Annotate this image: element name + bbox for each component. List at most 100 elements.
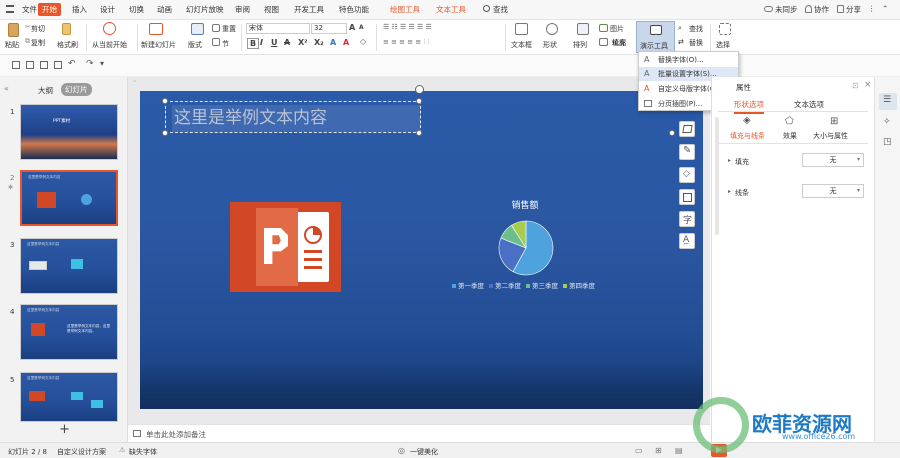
menu-slideshow[interactable]: 幻灯片放映 xyxy=(186,4,224,15)
outline-button[interactable]: 轮廓 xyxy=(612,38,626,48)
save-icon[interactable] xyxy=(12,61,20,69)
find-button[interactable]: 查找 xyxy=(689,24,703,34)
subtab-size[interactable]: 大小与属性 xyxy=(813,131,848,141)
menu-draw-tools[interactable]: 绘图工具 xyxy=(390,4,420,15)
menu-replace-font[interactable]: A 替换字体(O)... xyxy=(639,53,738,67)
menu-design[interactable]: 设计 xyxy=(100,4,115,15)
subscript-icon[interactable]: X₂ xyxy=(314,38,324,47)
float-tool-pencil-icon[interactable]: ✎ xyxy=(679,144,695,160)
customize-qat-icon[interactable]: ▾ xyxy=(100,59,104,68)
tab-outline[interactable]: 大纲 xyxy=(38,85,53,96)
float-tool-text-icon[interactable]: 字 xyxy=(679,211,695,227)
from-current-button[interactable]: 从当前开始 xyxy=(92,40,127,50)
lock-icon[interactable]: ⊡ xyxy=(852,81,859,90)
resize-handle-br[interactable] xyxy=(669,130,675,136)
tab-slides[interactable]: 幻灯片 xyxy=(61,83,92,96)
sales-pie-chart[interactable]: 第一季度 第二季度 第三季度 第四季度 xyxy=(440,210,620,300)
subtab-effect[interactable]: 效果 xyxy=(783,131,797,141)
scroll-up-icon[interactable]: ˄ xyxy=(133,80,137,88)
superscript-icon[interactable]: X² xyxy=(298,38,308,47)
fill-expand-icon[interactable]: ▸ xyxy=(728,157,731,164)
strikethrough-button[interactable]: A xyxy=(284,38,290,47)
print-preview-icon[interactable] xyxy=(54,61,62,69)
arrange-button[interactable]: 排列 xyxy=(573,40,587,50)
new-slide-button[interactable]: 新建幻灯片 xyxy=(141,40,176,50)
collapse-panel-icon[interactable]: « xyxy=(4,84,9,93)
line-expand-icon[interactable]: ▸ xyxy=(728,188,731,195)
slide-thumb-5[interactable]: 这里是举例文本内容 xyxy=(20,372,118,422)
unsynced-label[interactable]: 未同步 xyxy=(775,4,798,15)
menu-text-tools[interactable]: 文本工具 xyxy=(436,4,466,15)
text-highlight-icon[interactable]: A xyxy=(343,38,349,47)
font-grow-icon[interactable]: A xyxy=(349,23,355,32)
layout-button[interactable]: 版式 xyxy=(188,40,202,50)
text-box-button[interactable]: 文本框 xyxy=(511,40,532,50)
subtab-fill-line[interactable]: 填充与线条 xyxy=(730,131,765,141)
slide-thumb-4[interactable]: 这里是举例文本内容 这里是举例文本内容，这里是举例文本内容。 xyxy=(20,304,118,360)
menu-start[interactable]: 开始 xyxy=(38,3,61,16)
float-tool-fill-icon[interactable]: ◇ xyxy=(679,167,695,183)
float-tool-layers-icon[interactable] xyxy=(679,121,695,137)
beautify-button[interactable]: 一键美化 xyxy=(410,447,438,457)
menu-insert[interactable]: 插入 xyxy=(72,4,87,15)
bold-button[interactable]: B xyxy=(247,38,260,49)
paste-button[interactable]: 粘贴 xyxy=(5,40,19,50)
shape-button[interactable]: 形状 xyxy=(543,40,557,50)
select-button[interactable]: 选择 xyxy=(716,40,730,50)
reset-button[interactable]: 重置 xyxy=(222,24,236,34)
present-tools-button[interactable]: 演示工具 xyxy=(636,21,675,53)
cut-button[interactable]: 剪切 xyxy=(31,24,45,34)
design-scheme[interactable]: 自定义设计方案 xyxy=(57,447,106,457)
missing-font-button[interactable]: 缺失字体 xyxy=(129,447,157,457)
format-painter-button[interactable]: 格式刷 xyxy=(57,40,78,50)
redo-icon[interactable]: ↷ xyxy=(86,59,94,69)
copy-button[interactable]: 复制 xyxy=(31,38,45,48)
panel-scrollbar[interactable] xyxy=(715,117,719,235)
rotate-handle-icon[interactable] xyxy=(415,85,424,94)
italic-button[interactable]: I xyxy=(260,38,263,47)
font-color-icon[interactable]: A xyxy=(330,38,336,47)
menu-review[interactable]: 审阅 xyxy=(235,4,250,15)
more-icon[interactable]: ⋮ xyxy=(868,4,876,13)
collab-button[interactable]: 协作 xyxy=(814,4,829,15)
sorter-view-icon[interactable]: ⊞ xyxy=(655,446,662,455)
print-icon[interactable] xyxy=(40,61,48,69)
resize-handle-bm[interactable] xyxy=(416,130,422,136)
clear-format-icon[interactable]: ◇ xyxy=(360,37,366,46)
resize-handle-tm[interactable] xyxy=(416,98,422,104)
float-tool-frame-icon[interactable] xyxy=(679,189,695,205)
slide-thumb-1[interactable]: PPT素材 xyxy=(20,104,118,160)
align-icons[interactable]: ≡ ≡ ≡ ≡ ≡ ⫶ ⫶ xyxy=(383,38,429,47)
font-name-select[interactable]: 宋体 xyxy=(246,23,310,34)
reading-view-icon[interactable]: ▤ xyxy=(675,446,683,455)
bullet-list-icon[interactable]: ☰ ☷ ☰ ☰ ☰ ☰ xyxy=(383,23,432,31)
font-size-select[interactable]: 32 xyxy=(311,23,347,34)
export-pdf-icon[interactable] xyxy=(26,61,34,69)
line-select[interactable]: 无 ▾ xyxy=(802,184,864,198)
undo-icon[interactable]: ↶ xyxy=(68,59,76,69)
section-button[interactable]: 节 xyxy=(222,39,229,49)
paste-icon[interactable] xyxy=(8,23,19,37)
font-shrink-icon[interactable]: A xyxy=(359,24,364,31)
powerpoint-logo[interactable] xyxy=(230,202,341,292)
slide-thumb-2[interactable]: 这里是举例文本内容 xyxy=(20,170,118,226)
menu-icon[interactable] xyxy=(6,5,14,13)
resize-handle-tl[interactable] xyxy=(162,98,168,104)
menu-view[interactable]: 视图 xyxy=(264,4,279,15)
slide-thumb-3[interactable]: 这里是举例文本内容 xyxy=(20,238,118,294)
shape-pane-icon[interactable]: ◳ xyxy=(883,137,892,147)
close-icon[interactable]: × xyxy=(864,80,872,90)
collapse-ribbon-icon[interactable]: ⌃ xyxy=(882,4,888,13)
menu-animation[interactable]: 动画 xyxy=(157,4,172,15)
add-slide-icon[interactable]: + xyxy=(59,422,70,437)
share-button[interactable]: 分享 xyxy=(846,4,861,15)
resize-handle-bl[interactable] xyxy=(162,130,168,136)
picture-button[interactable]: 图片 xyxy=(610,24,624,34)
search-icon[interactable] xyxy=(483,5,490,12)
underline-button[interactable]: U xyxy=(271,38,278,47)
menu-special[interactable]: 特色功能 xyxy=(339,4,369,15)
fill-select[interactable]: 无 ▾ xyxy=(802,153,864,167)
normal-view-icon[interactable]: ▭ xyxy=(635,446,643,455)
menu-switch[interactable]: 切换 xyxy=(129,4,144,15)
menu-developer[interactable]: 开发工具 xyxy=(294,4,324,15)
